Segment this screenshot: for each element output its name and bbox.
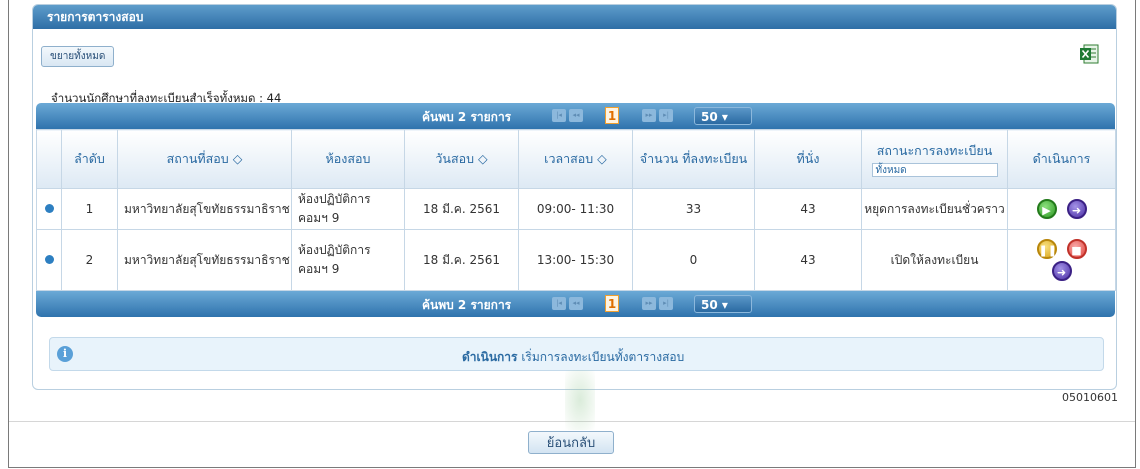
info-label: ดำเนินการ [462, 350, 518, 364]
cell-no: 1 [61, 188, 118, 230]
excel-export-icon[interactable] [1079, 43, 1099, 65]
start-registration-icon[interactable]: ▶ [1036, 199, 1057, 219]
cell-status: หยุดการลงทะเบียนชั่วคราว [861, 188, 1008, 230]
first-page-button[interactable]: |◂ [552, 109, 566, 122]
watermark-decoration [565, 370, 595, 430]
cell-no: 2 [61, 229, 118, 291]
cell-seats: 43 [754, 188, 862, 230]
expander-header [36, 129, 62, 189]
found-count-label: ค้นพบ 2 รายการ [422, 298, 512, 312]
col-status-header: สถานะการลงทะเบียน ทั้งหมด [861, 129, 1008, 189]
cell-room: ห้องปฏิบัติการ คอมฯ 9 [291, 229, 405, 291]
cell-date: 18 มี.ค. 2561 [404, 229, 519, 291]
cell-time: 09:00- 11:30 [518, 188, 633, 230]
info-message-box: i ดำเนินการ เริ่มการลงทะเบียนทั้งตารางสอ… [49, 337, 1104, 371]
found-count-label: ค้นพบ 2 รายการ [422, 110, 512, 124]
page-code: 05010601 [1062, 391, 1118, 404]
info-icon: i [57, 346, 73, 362]
cell-place: มหาวิทยาลัยสุโขทัยธรรมาธิราช [117, 229, 292, 291]
col-date-header[interactable]: วันสอบ ◇ [404, 129, 519, 189]
col-time-header[interactable]: เวลาสอบ ◇ [518, 129, 633, 189]
exam-table: ลำดับ สถานที่สอบ ◇ ห้องสอบ วันสอบ ◇ เวลา… [36, 129, 1116, 291]
col-place-header[interactable]: สถานที่สอบ ◇ [117, 129, 292, 189]
expand-all-button[interactable]: ขยายทั้งหมด [41, 46, 115, 67]
col-registered-header: จำนวน ที่ลงทะเบียน [632, 129, 755, 189]
col-status-label: สถานะการลงทะเบียน [876, 143, 993, 158]
expand-row-icon[interactable] [44, 204, 54, 213]
cell-actions: ▶ ➜ [1007, 188, 1116, 230]
bottom-pager: ค้นพบ 2 รายการ |◂ ◂◂ 1 ▸▸ ▸| 50 ▾ [36, 291, 1115, 317]
status-filter-input[interactable]: ทั้งหมด [871, 163, 998, 177]
exam-grid: ค้นพบ 2 รายการ |◂ ◂◂ 1 ▸▸ ▸| 50 ▾ ลำดับ … [36, 103, 1116, 317]
table-row: 1 มหาวิทยาลัยสุโขทัยธรรมาธิราช ห้องปฏิบั… [36, 188, 1116, 230]
panel-title: รายการตารางสอบ [33, 5, 1116, 29]
first-page-button[interactable]: |◂ [552, 297, 566, 310]
col-room-header: ห้องสอบ [291, 129, 405, 189]
info-message: ดำเนินการ เริ่มการลงทะเบียนทั้งตารางสอบ [462, 348, 684, 367]
page-size-select[interactable]: 50 ▾ [694, 107, 752, 125]
table-row: 2 มหาวิทยาลัยสุโขทัยธรรมาธิราช ห้องปฏิบั… [36, 229, 1116, 291]
cell-actions: ❚❚ ■ ➜ [1007, 229, 1116, 291]
row-expander[interactable] [36, 229, 62, 291]
next-page-button[interactable]: ▸▸ [642, 297, 656, 310]
top-pager: ค้นพบ 2 รายการ |◂ ◂◂ 1 ▸▸ ▸| 50 ▾ [36, 103, 1115, 129]
cell-registered: 0 [632, 229, 755, 291]
cell-seats: 43 [754, 229, 862, 291]
back-button[interactable]: ย้อนกลับ [528, 431, 614, 454]
expand-row-icon[interactable] [44, 255, 54, 264]
goto-detail-icon[interactable]: ➜ [1066, 199, 1087, 219]
next-page-button[interactable]: ▸▸ [642, 109, 656, 122]
last-page-button[interactable]: ▸| [659, 297, 673, 310]
current-page-indicator[interactable]: 1 [605, 107, 619, 124]
cell-room: ห้องปฏิบัติการ คอมฯ 9 [291, 188, 405, 230]
exam-schedule-panel: รายการตารางสอบ ขยายทั้งหมด จำนวนนักศึกษา… [32, 4, 1117, 390]
cell-status: เปิดให้ลงทะเบียน [861, 229, 1008, 291]
current-page-indicator[interactable]: 1 [605, 295, 619, 312]
col-seats-header: ที่นั่ง [754, 129, 862, 189]
stop-registration-icon[interactable]: ■ [1066, 239, 1087, 259]
col-no-header: ลำดับ [61, 129, 118, 189]
last-page-button[interactable]: ▸| [659, 109, 673, 122]
goto-detail-icon[interactable]: ➜ [1051, 261, 1072, 281]
col-action-header: ดำเนินการ [1007, 129, 1116, 189]
row-expander[interactable] [36, 188, 62, 230]
cell-place: มหาวิทยาลัยสุโขทัยธรรมาธิราช [117, 188, 292, 230]
cell-date: 18 มี.ค. 2561 [404, 188, 519, 230]
info-message-text: เริ่มการลงทะเบียนทั้งตารางสอบ [521, 350, 685, 364]
pause-registration-icon[interactable]: ❚❚ [1036, 239, 1057, 259]
prev-page-button[interactable]: ◂◂ [569, 109, 583, 122]
cell-registered: 33 [632, 188, 755, 230]
prev-page-button[interactable]: ◂◂ [569, 297, 583, 310]
cell-time: 13:00- 15:30 [518, 229, 633, 291]
page-size-select[interactable]: 50 ▾ [694, 295, 752, 313]
